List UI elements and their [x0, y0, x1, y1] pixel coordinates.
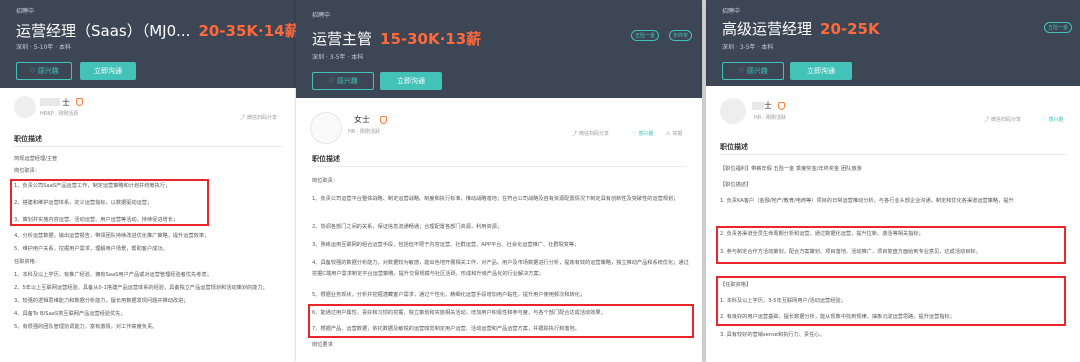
- benefit-tag: 年终奖: [669, 30, 693, 41]
- verified-icon: [778, 102, 785, 110]
- share-label: 微信扫码分享: [247, 115, 278, 121]
- fav-label: 感兴趣: [1048, 117, 1064, 123]
- desc-line: 2、5年以上互联网运营经验，具备从0-1搭建产品运营体系的经验，具备独立产品运营…: [14, 285, 268, 291]
- report-label: 举报: [672, 131, 683, 137]
- desc-line: 5、根据业务现状，分析并挖掘潜藏客户需求，通过个性化、精细化运营手段增加用户黏性…: [312, 292, 586, 298]
- desc-line: 简现运营经理/主管: [14, 156, 58, 162]
- recruiter-status: HR · 刚刚活跃: [754, 115, 787, 121]
- recruiter-avatar: [14, 96, 36, 118]
- recruiter-name: 女士: [354, 115, 370, 124]
- recruiter-status: HR · 刚刚活跃: [348, 129, 381, 135]
- job-header: 招聘中 高级运营经理 20-25K 五险一金 深圳 · 3-5年 · 本科 ♡ 感…: [706, 0, 1080, 86]
- job-salary: 20-35K·14薪: [198, 22, 296, 40]
- job-salary: 20-25K: [820, 20, 880, 38]
- desc-line: 【职位描述】: [720, 182, 752, 188]
- job-card-1: 招聘中 运营经理（Saas）（MJ0... 20-35K·14薪 深圳 · 5-1…: [0, 0, 296, 362]
- job-card-2: 招聘中 运营主管 15-30K·13薪 五险一金 年终奖 深圳 · 3-5年 · …: [296, 0, 702, 362]
- recruiter-avatar: [720, 98, 746, 124]
- interest-button[interactable]: ♡ 感兴趣: [16, 62, 72, 80]
- fav-link[interactable]: ♡ 感兴趣: [1042, 116, 1064, 123]
- share-link[interactable]: ⤴ 微信扫码分享: [984, 116, 1021, 123]
- desc-line: 5、有很强的团队管理协调能力，富有激情，对工作高度负责。: [14, 324, 158, 330]
- highlight-box: [10, 179, 209, 226]
- share-label: 微信扫码分享: [991, 117, 1022, 123]
- job-title: 运营经理（Saas）（MJ0...: [16, 22, 191, 40]
- job-salary: 15-30K·13薪: [380, 30, 482, 48]
- share-label: 微信扫码分享: [579, 131, 610, 137]
- job-status: 招聘中: [722, 8, 741, 15]
- desc-line: 岗位职责：: [14, 168, 40, 174]
- share-icon: ⤴: [572, 131, 578, 137]
- desc-line: 任职资格：: [14, 259, 40, 265]
- benefit-tag: 五险一金: [1044, 22, 1073, 33]
- recruiter-name: 士: [764, 101, 772, 110]
- job-header: 招聘中 运营主管 15-30K·13薪 五险一金 年终奖 深圳 · 3-5年 · …: [296, 0, 702, 98]
- job-title-row: 高级运营经理 20-25K: [722, 18, 880, 39]
- desc-line: 1、负责公司运营平台整体战略、制定运营战略、制度和执行标准，推动战略落地；在符合…: [312, 194, 692, 205]
- job-title-row: 运营经理（Saas）（MJ0... 20-35K·14薪: [16, 20, 296, 41]
- section-divider: [14, 146, 282, 147]
- name-blur: [752, 102, 764, 110]
- job-body: 士 HRBP · 刚刚活跃 ⤴ 微信扫码分享 职位描述 简现运营经理/主管 岗位职…: [0, 88, 296, 362]
- job-title: 运营主管: [312, 30, 373, 48]
- chat-button[interactable]: 立即沟通: [790, 62, 852, 80]
- desc-line: 3、熟练运用互联网的组合运营手段，包括但不限于内容运营、社群运营、APP平台、社…: [312, 242, 580, 248]
- desc-text: 4、具备较强的数据分析能力，对数据较为敏感，能出色地开展相关工作，对产品、用户及…: [312, 260, 689, 277]
- job-header: 招聘中 运营经理（Saas）（MJ0... 20-35K·14薪 深圳 · 5-1…: [0, 0, 296, 88]
- highlight-box: [716, 226, 1066, 264]
- section-divider: [720, 154, 1066, 155]
- desc-line: 1、本科及以上学历，有推广经验，拥有SaaS用户产品或对运营管理经验者优先考虑；: [14, 272, 212, 278]
- warning-icon: ⚠: [666, 131, 671, 137]
- job-title-row: 运营主管 15-30K·13薪: [312, 28, 481, 49]
- job-meta: 深圳 · 3-5年 · 本科: [722, 44, 774, 51]
- chat-button[interactable]: 立即沟通: [380, 72, 442, 90]
- desc-line: 岗位职责：: [312, 178, 338, 184]
- section-divider: [312, 166, 686, 167]
- job-meta: 深圳 · 5-10年 · 本科: [16, 44, 72, 51]
- recruiter-name: 士: [62, 98, 70, 107]
- desc-line: 3. 具有较好的营销sense和执行力、责任心。: [720, 332, 825, 338]
- desc-line: 5、维护用户关系，挖掘用户需求，理解用户场景，帮助客户成功。: [14, 246, 168, 252]
- job-status: 招聘中: [312, 12, 331, 19]
- section-title: 职位描述: [312, 155, 340, 163]
- verified-icon: [76, 98, 83, 106]
- job-title: 高级运营经理: [722, 20, 813, 38]
- job-status: 招聘中: [16, 8, 35, 15]
- fav-link[interactable]: ♡ 感兴趣: [632, 130, 654, 137]
- benefit-tag: 五险一金: [631, 30, 660, 41]
- share-icon: ⤴: [984, 117, 990, 123]
- desc-line: 4、具备To B/SaaS类互联网产品运营经验优先；: [14, 311, 126, 317]
- interest-button[interactable]: ♡ 感兴趣: [312, 72, 374, 90]
- highlight-box: [716, 276, 1066, 326]
- share-icon: ⤴: [240, 115, 246, 121]
- desc-line: 岗位要求: [312, 342, 333, 348]
- heart-icon: ♡: [1042, 117, 1047, 123]
- recruiter-status: HRBP · 刚刚活跃: [40, 111, 79, 117]
- desc-line: 4、具备较强的数据分析能力，对数据较为敏感，能出色地开展相关工作，对产品、用户及…: [312, 258, 692, 280]
- interest-button[interactable]: ♡ 感兴趣: [722, 62, 784, 80]
- job-card-3: 招聘中 高级运营经理 20-25K 五险一金 深圳 · 3-5年 · 本科 ♡ 感…: [706, 0, 1080, 362]
- verified-icon: [380, 116, 387, 124]
- job-meta: 深圳 · 3-5年 · 本科: [312, 54, 364, 61]
- report-link[interactable]: ⚠ 举报: [666, 130, 683, 137]
- section-title: 职位描述: [14, 135, 42, 143]
- desc-line: 2、协调各部门之间的关系，保证信息流通畅通；合理配置各部门资源，利用资源；: [312, 224, 503, 230]
- share-link[interactable]: ⤴ 微信扫码分享: [572, 130, 609, 137]
- fav-label: 感兴趣: [638, 131, 654, 137]
- desc-line: 【职位福利】带薪年假 五险一金 季度奖金/年终奖金 团队旅游: [720, 166, 862, 172]
- share-link[interactable]: ⤴ 微信扫码分享: [240, 114, 277, 121]
- desc-line: 4、分析运营数据，输出运营报告，带领团队持续改进优化推广策略，提升运营效率；: [14, 233, 210, 239]
- job-body: 女士 HR · 刚刚活跃 ⤴ 微信扫码分享 ♡ 感兴趣 ⚠ 举报 职位描述 岗位职责：…: [296, 98, 702, 362]
- desc-line: 1. 负责KA客户（金融/地产/教育/电商等）项目的日常运营推动分析，与各行业头…: [720, 198, 1014, 204]
- highlight-box: [308, 304, 694, 338]
- desc-text: 1、负责公司运营平台整体战略、制定运营战略、制度和执行标准，推动战略落地；在符合…: [312, 196, 679, 202]
- chat-button[interactable]: 立即沟通: [80, 62, 136, 80]
- recruiter-avatar: [310, 112, 342, 144]
- heart-icon: ♡: [632, 131, 637, 137]
- job-body: 士 HR · 刚刚活跃 ⤴ 微信扫码分享 ♡ 感兴趣 职位描述 【职位福利】带薪年假…: [706, 86, 1080, 362]
- desc-line: 3、较强的逻辑思维能力和数据分析能力，擅长用数据发现问题并推动改进；: [14, 298, 189, 304]
- section-title: 职位描述: [720, 143, 748, 151]
- name-blur: [40, 98, 60, 106]
- screenshot-collage: 招聘中 运营经理（Saas）（MJ0... 20-35K·14薪 深圳 · 5-1…: [0, 0, 1080, 362]
